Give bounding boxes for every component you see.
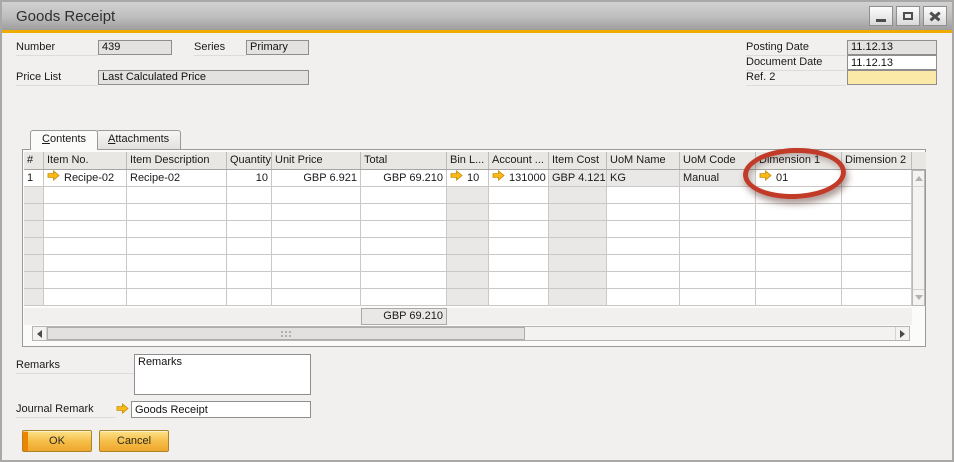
horizontal-scrollbar[interactable] — [32, 326, 910, 341]
posting-date-field[interactable]: 11.12.13 — [847, 40, 937, 55]
table-row-empty — [24, 221, 912, 238]
ok-button[interactable]: OK — [22, 430, 92, 452]
cell-quantity[interactable]: 10 — [227, 170, 272, 187]
price-list-label: Price List — [16, 71, 98, 86]
accent-line — [2, 30, 952, 33]
number-field[interactable]: 439 — [98, 40, 172, 55]
table-row-empty — [24, 238, 912, 255]
window-title: Goods Receipt — [16, 7, 116, 25]
table-row-empty — [24, 255, 912, 272]
cell-uom-name[interactable]: KG — [607, 170, 680, 187]
grip-dots-icon — [281, 330, 283, 333]
link-arrow-icon[interactable] — [450, 170, 463, 186]
col-header-filler — [912, 152, 926, 169]
cell-unit-price[interactable]: GBP 6.921 — [272, 170, 361, 187]
tab-attachments[interactable]: Attachments — [96, 130, 182, 149]
title-bar[interactable]: Goods Receipt — [2, 2, 952, 30]
goods-receipt-window: Goods Receipt Number 439 Series Primary … — [0, 0, 954, 462]
posting-date-label: Posting Date — [746, 41, 846, 56]
cell-item-description[interactable]: Recipe-02 — [127, 170, 227, 187]
col-header-quantity: Quantity — [227, 152, 272, 169]
close-icon — [929, 11, 941, 22]
cell-account[interactable]: 131000 — [489, 170, 549, 187]
col-header-item-no: Item No. — [44, 152, 127, 169]
table-row-empty — [24, 289, 912, 306]
journal-remark-input[interactable] — [131, 401, 311, 418]
journal-remark-label: Journal Remark — [16, 403, 116, 418]
col-header-num: # — [24, 152, 44, 169]
col-header-dimension-2: Dimension 2 — [842, 152, 912, 169]
empty-rows — [24, 187, 926, 306]
ref2-label: Ref. 2 — [746, 71, 846, 86]
scroll-down-button[interactable] — [913, 289, 924, 305]
cell-total[interactable]: GBP 69.210 — [361, 170, 447, 187]
col-header-unit-price: Unit Price — [272, 152, 361, 169]
close-button[interactable] — [923, 6, 947, 26]
total-sum-cell: GBP 69.210 — [361, 308, 447, 325]
price-list-field[interactable]: Last Calculated Price — [98, 70, 309, 85]
series-label: Series — [194, 41, 246, 56]
link-arrow-icon[interactable] — [116, 403, 129, 417]
table-row-empty — [24, 272, 912, 289]
maximize-button[interactable] — [896, 6, 920, 26]
triangle-right-icon — [900, 329, 905, 338]
maximize-icon — [903, 12, 913, 20]
vertical-scrollbar[interactable] — [912, 170, 925, 306]
cell-item-no[interactable]: Recipe-02 — [44, 170, 127, 187]
minimize-button[interactable] — [869, 6, 893, 26]
link-arrow-icon[interactable] — [47, 170, 60, 186]
col-header-uom-name: UoM Name — [607, 152, 680, 169]
col-header-account: Account ... — [489, 152, 549, 169]
cell-bin-location[interactable]: 10 — [447, 170, 489, 187]
tab-contents[interactable]: Contents — [30, 130, 99, 150]
minimize-icon — [876, 19, 886, 22]
triangle-left-icon — [37, 329, 42, 338]
cell-item-cost[interactable]: GBP 4.121 — [549, 170, 607, 187]
scroll-right-button[interactable] — [895, 327, 909, 340]
scroll-left-button[interactable] — [33, 327, 47, 340]
cell-row-num[interactable]: 1 — [24, 170, 44, 187]
triangle-up-icon — [914, 176, 923, 181]
triangle-down-icon — [914, 295, 923, 300]
document-date-label: Document Date — [746, 56, 846, 71]
ref2-input[interactable] — [847, 70, 937, 85]
document-date-input[interactable] — [847, 55, 937, 70]
col-header-item-cost: Item Cost — [549, 152, 607, 169]
number-label: Number — [16, 41, 98, 56]
col-header-item-description: Item Description — [127, 152, 227, 169]
remarks-label: Remarks — [16, 359, 134, 374]
totals-row — [24, 308, 912, 325]
table-row-empty — [24, 204, 912, 221]
link-arrow-icon[interactable] — [492, 170, 505, 186]
remarks-textarea[interactable]: Remarks — [134, 354, 311, 395]
scroll-up-button[interactable] — [913, 171, 924, 187]
window-controls — [866, 6, 947, 26]
cell-dimension-2[interactable] — [842, 170, 912, 187]
series-field[interactable]: Primary — [246, 40, 309, 55]
col-header-bin-location: Bin L... — [447, 152, 489, 169]
horizontal-scroll-thumb[interactable] — [47, 327, 525, 340]
col-header-total: Total — [361, 152, 447, 169]
cancel-button[interactable]: Cancel — [99, 430, 169, 452]
